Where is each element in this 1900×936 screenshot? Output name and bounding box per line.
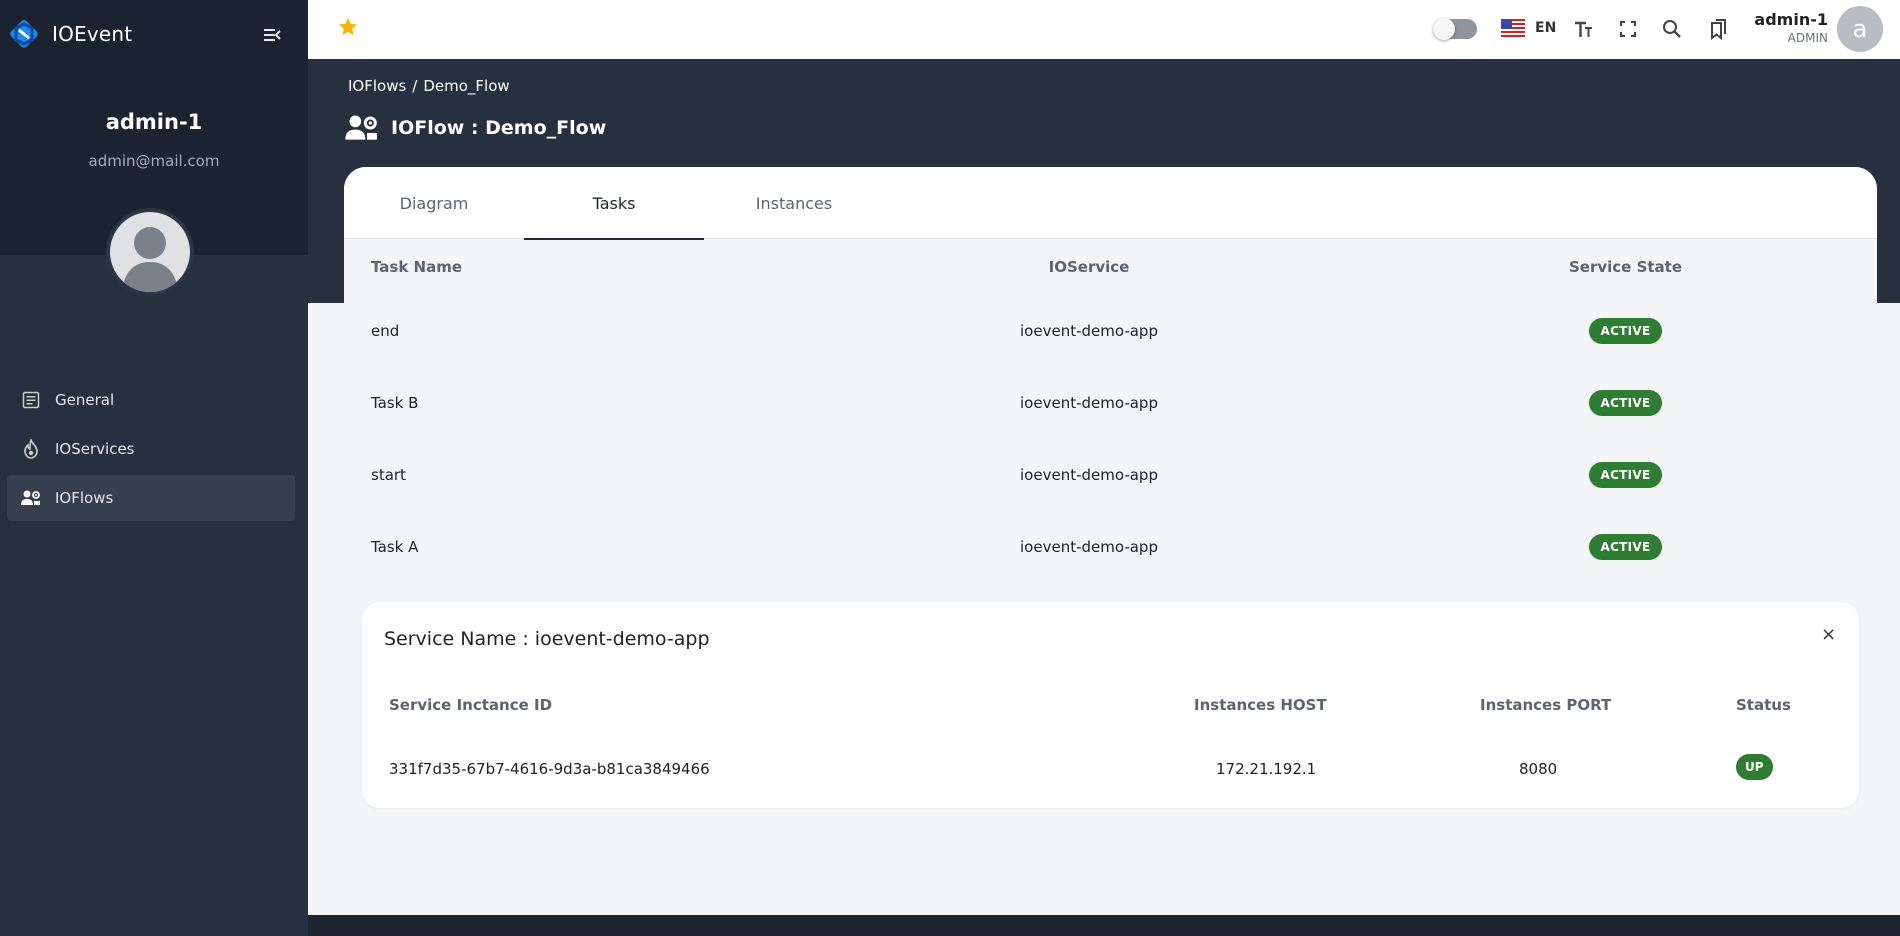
ioservice-cell[interactable]: ioevent-demo-app <box>804 322 1374 340</box>
topbar-user-role: ADMIN <box>1787 31 1828 45</box>
service-detail-panel: Service Name : ioevent-demo-app × Servic… <box>362 602 1859 808</box>
status-badge: ACTIVE <box>1589 462 1662 488</box>
sidebar-item-label: IOFlows <box>55 489 114 507</box>
table-row[interactable]: 331f7d35-67b7-4616-9d3a-b81ca3849466 172… <box>362 754 1859 784</box>
profile-avatar <box>106 208 194 296</box>
users-gear-icon <box>345 115 377 140</box>
close-icon[interactable]: × <box>1821 624 1836 645</box>
table-header: Task Name IOService Service State <box>344 239 1877 295</box>
column-header-service-state[interactable]: Service State <box>1374 258 1877 276</box>
breadcrumb-current: Demo_Flow <box>423 77 510 95</box>
tab-bar: Diagram Tasks Instances <box>344 167 1877 240</box>
page-title-block: IOFlow : Demo_Flow <box>345 113 606 143</box>
instance-id-cell: 331f7d35-67b7-4616-9d3a-b81ca3849466 <box>389 760 710 778</box>
tab-diagram[interactable]: Diagram <box>344 167 524 239</box>
sidebar-header: IOEvent admin-1 admin@mail.com <box>0 0 308 296</box>
breadcrumb-separator: / <box>412 77 418 95</box>
status-badge: ACTIVE <box>1589 534 1662 560</box>
column-header-port[interactable]: Instances PORT <box>1480 696 1611 714</box>
profile-email: admin@mail.com <box>88 152 220 170</box>
task-name-cell: end <box>371 322 400 340</box>
menu-collapse-icon[interactable] <box>263 26 281 44</box>
status-badge: ACTIVE <box>1589 318 1662 344</box>
language-selector[interactable]: EN <box>1501 19 1556 37</box>
footer-bar <box>308 915 1900 936</box>
sidebar-item-ioflows[interactable]: IOFlows <box>7 475 295 521</box>
document-icon <box>21 390 41 410</box>
task-name-cell: start <box>371 466 406 484</box>
flame-icon <box>21 439 41 459</box>
topbar-user-name: admin-1 <box>1754 10 1828 29</box>
sidebar-nav: General IOServices IOFlows <box>7 377 295 524</box>
fullscreen-icon[interactable] <box>1617 18 1639 40</box>
bookmarks-icon[interactable] <box>1707 18 1729 40</box>
service-state-cell: ACTIVE <box>1374 390 1877 416</box>
ioservice-cell[interactable]: ioevent-demo-app <box>804 466 1374 484</box>
status-cell: UP <box>1736 754 1773 780</box>
ioservice-cell[interactable]: ioevent-demo-app <box>804 538 1374 556</box>
table-row[interactable]: end ioevent-demo-app ACTIVE <box>344 295 1877 367</box>
status-badge: ACTIVE <box>1589 390 1662 416</box>
task-name-cell: Task A <box>371 538 419 556</box>
user-silhouette-icon <box>122 227 178 292</box>
search-icon[interactable] <box>1661 18 1683 40</box>
app-name: IOEvent <box>52 22 133 46</box>
user-menu[interactable]: admin-1 ADMIN <box>1748 10 1828 45</box>
ioservice-cell[interactable]: ioevent-demo-app <box>804 394 1374 412</box>
instance-port-cell: 8080 <box>1519 760 1558 778</box>
instances-table-header: Service Inctance ID Instances HOST Insta… <box>362 696 1859 720</box>
sidebar-item-label: IOServices <box>55 440 135 458</box>
star-icon[interactable] <box>337 16 359 38</box>
service-panel-title: Service Name : ioevent-demo-app <box>384 628 710 650</box>
page-title: IOFlow : Demo_Flow <box>391 117 607 139</box>
users-gear-icon <box>21 488 41 508</box>
table-row[interactable]: Task B ioevent-demo-app ACTIVE <box>344 367 1877 439</box>
sidebar-item-ioservices[interactable]: IOServices <box>7 426 295 472</box>
theme-toggle[interactable] <box>1433 18 1477 40</box>
breadcrumb-link-ioflows[interactable]: IOFlows <box>348 77 406 95</box>
column-header-instance-id[interactable]: Service Inctance ID <box>389 696 552 714</box>
service-state-cell: ACTIVE <box>1374 318 1877 344</box>
content-card: Diagram Tasks Instances Task Name IOServ… <box>344 167 1877 915</box>
instance-host-cell: 172.21.192.1 <box>1216 760 1317 778</box>
topbar: EN admin-1 ADMIN a <box>308 0 1900 59</box>
table-row[interactable]: start ioevent-demo-app ACTIVE <box>344 439 1877 511</box>
column-header-task-name[interactable]: Task Name <box>344 258 804 276</box>
text-size-icon[interactable] <box>1572 18 1594 40</box>
sidebar-item-label: General <box>55 391 115 409</box>
sidebar: IOEvent admin-1 admin@mail.com General I… <box>0 0 308 936</box>
task-name-cell: Task B <box>371 394 419 412</box>
tasks-table: Task Name IOService Service State end io… <box>344 239 1877 583</box>
tab-instances[interactable]: Instances <box>704 167 884 239</box>
status-badge: UP <box>1736 754 1773 780</box>
service-state-cell: ACTIVE <box>1374 462 1877 488</box>
column-header-host[interactable]: Instances HOST <box>1194 696 1327 714</box>
language-label: EN <box>1535 20 1557 36</box>
brand[interactable]: IOEvent <box>10 20 132 48</box>
service-state-cell: ACTIVE <box>1374 534 1877 560</box>
profile-name: admin-1 <box>105 110 203 134</box>
ioevent-logo-icon <box>10 20 38 48</box>
column-header-status[interactable]: Status <box>1736 696 1791 714</box>
table-row[interactable]: Task A ioevent-demo-app ACTIVE <box>344 511 1877 583</box>
us-flag-icon <box>1501 19 1525 37</box>
breadcrumb: IOFlows / Demo_Flow <box>348 77 510 95</box>
column-header-ioservice[interactable]: IOService <box>804 258 1374 276</box>
tab-tasks[interactable]: Tasks <box>524 167 704 240</box>
sidebar-item-general[interactable]: General <box>7 377 295 423</box>
avatar[interactable]: a <box>1837 6 1883 52</box>
